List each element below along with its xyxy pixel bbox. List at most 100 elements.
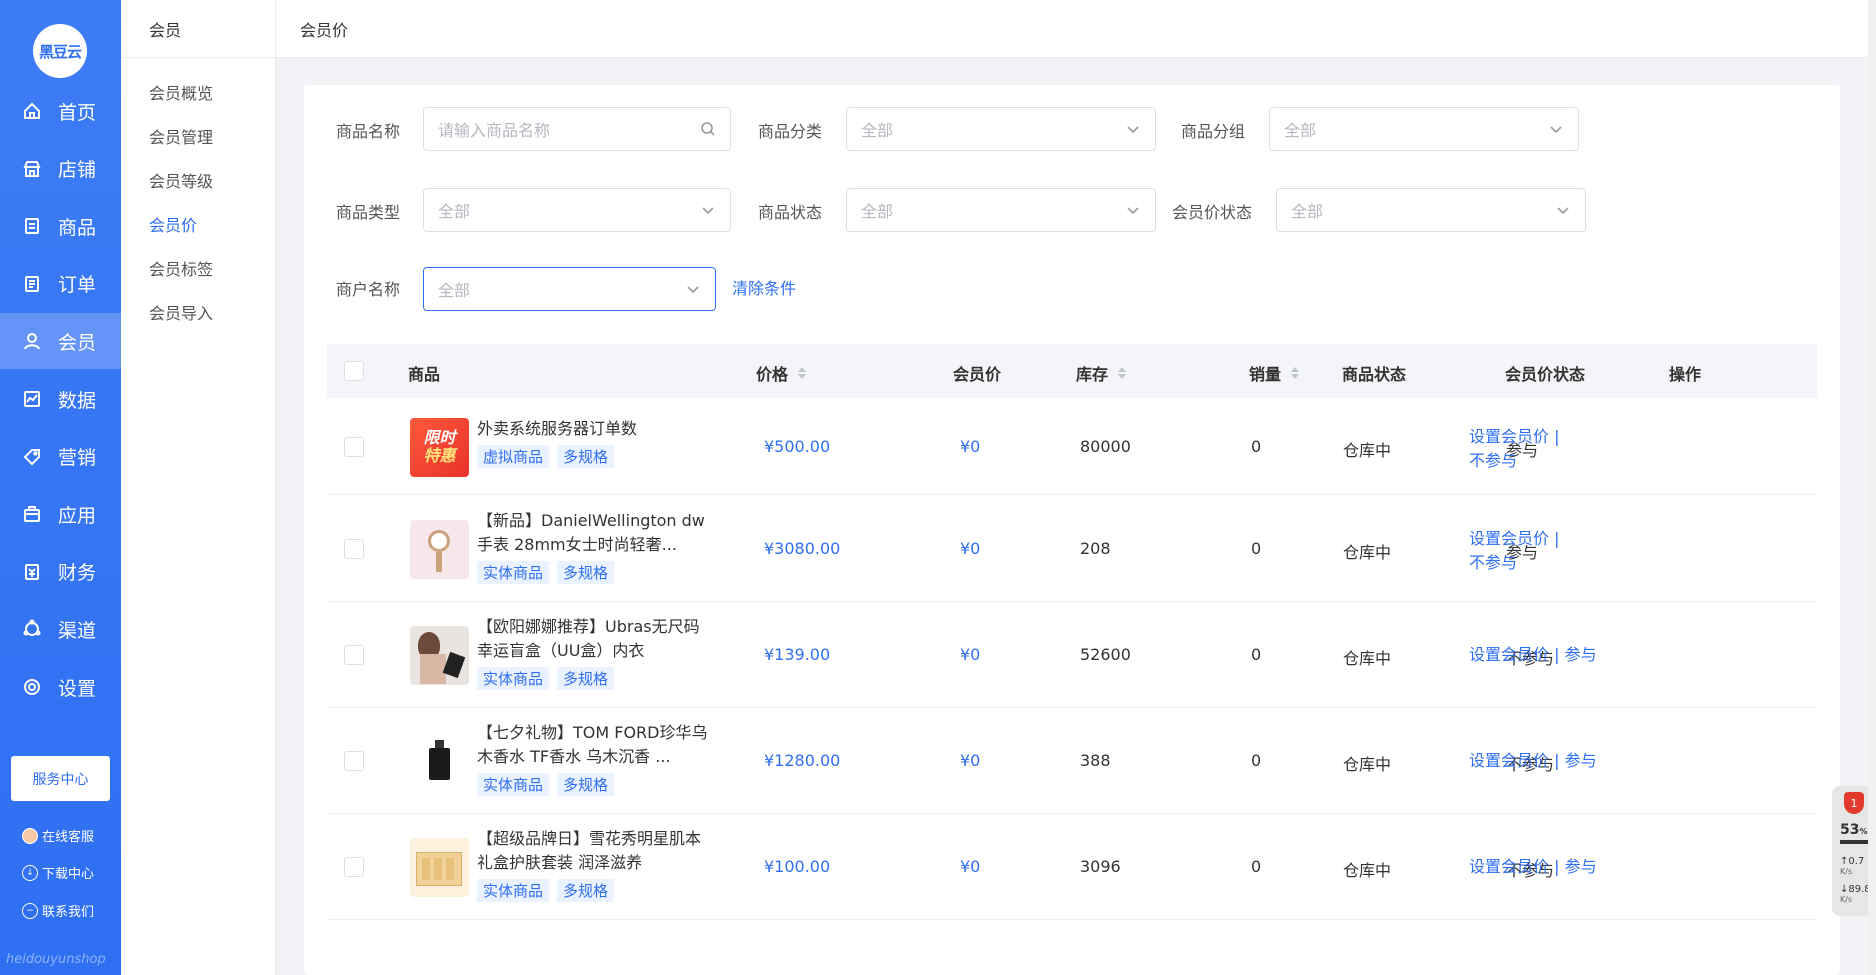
- submenu-item[interactable]: 会员价: [149, 212, 197, 236]
- spec-tag: 多规格: [557, 560, 615, 584]
- product-tags: 实体商品 多规格: [477, 667, 615, 690]
- row-checkbox[interactable]: [344, 751, 364, 771]
- toggle-participation-link[interactable]: 不参与: [1469, 553, 1517, 572]
- tag-icon: [22, 447, 42, 467]
- product-thumbnail[interactable]: [410, 838, 469, 897]
- download-center-label: 下载中心: [42, 867, 95, 882]
- submenu-item[interactable]: 会员管理: [149, 124, 213, 148]
- sidebar-item-label: 首页: [58, 101, 97, 124]
- online-service-label: 在线客服: [42, 830, 95, 845]
- product-name[interactable]: 【新品】DanielWellington dw手表 28mm女士时尚轻奢...: [477, 509, 709, 557]
- row-actions: 设置会员价 | 参与: [1469, 749, 1597, 773]
- online-service-link[interactable]: 在线客服: [22, 826, 94, 845]
- member-price-status-label: 会员价状态: [1172, 203, 1253, 222]
- submenu-item[interactable]: 会员概览: [149, 80, 213, 104]
- avatar-icon: [22, 827, 38, 844]
- merchant-label: 商户名称: [336, 280, 401, 299]
- product-name[interactable]: 外卖系统服务器订单数: [477, 417, 709, 441]
- contact-us-link[interactable]: − 联系我们: [22, 901, 94, 920]
- product-thumbnail[interactable]: [410, 519, 469, 579]
- toggle-participation-link[interactable]: 不参与: [1469, 451, 1517, 470]
- cpu-percent: 53%: [1840, 822, 1868, 838]
- brand-logo[interactable]: 黑豆云: [33, 24, 87, 78]
- member-price-status-select[interactable]: 全部: [1276, 188, 1586, 232]
- clear-filters-link[interactable]: 清除条件: [732, 275, 796, 299]
- sidebar-item-order[interactable]: 订单: [0, 256, 121, 312]
- set-member-price-link[interactable]: 设置会员价 |: [1469, 529, 1559, 548]
- sidebar-item-member[interactable]: 会员: [0, 313, 121, 370]
- merchant-select[interactable]: 全部: [423, 267, 716, 311]
- price-value: ¥1280.00: [764, 751, 841, 770]
- submenu-title: 会员: [121, 0, 275, 58]
- table-row: 【超级品牌日】雪花秀明星肌本礼盒护肤套装 润泽滋养 实体商品 多规格 ¥100.00 ¥…: [327, 814, 1817, 920]
- row-checkbox[interactable]: [344, 645, 364, 665]
- sidebar-item-store[interactable]: 店铺: [0, 141, 121, 197]
- submenu-item[interactable]: 会员等级: [149, 168, 213, 192]
- table-header: 商品 价格 会员价 库存 销量 商品状态 会员价状态 操作: [327, 344, 1817, 398]
- download-icon: ↓: [22, 864, 38, 881]
- product-thumbnail[interactable]: 限时 特惠: [410, 417, 469, 477]
- sidebar-item-gear[interactable]: 设置: [0, 659, 121, 715]
- finance-icon: [22, 562, 42, 582]
- col-sales[interactable]: 销量: [1249, 361, 1300, 385]
- product-type-tag: 虚拟商品: [477, 444, 550, 468]
- product-type-tag: 实体商品: [477, 560, 550, 584]
- product-name[interactable]: 【七夕礼物】TOM FORD珍华乌木香水 TF香水 乌木沉香 ...: [477, 721, 709, 769]
- member-price-value: ¥0: [960, 436, 981, 456]
- sidebar-item-tag[interactable]: 营销: [0, 429, 121, 485]
- row-actions: 设置会员价 | 不参与: [1469, 425, 1559, 473]
- app-icon: [22, 504, 42, 524]
- category-select[interactable]: 全部: [846, 107, 1156, 151]
- sidebar-item-data[interactable]: 数据: [0, 371, 121, 427]
- merchant-value: 全部: [438, 281, 471, 300]
- perfume-image: [410, 732, 469, 791]
- table-row: 限时 特惠 外卖系统服务器订单数 虚拟商品 多规格 ¥500.00 ¥0 80000 0 仓库中参…: [327, 398, 1817, 495]
- stock-value: 388: [1080, 751, 1111, 770]
- sidebar-item-channel[interactable]: 渠道: [0, 601, 121, 657]
- set-member-price-link[interactable]: 设置会员价 | 参与: [1469, 645, 1597, 664]
- col-actions: 操作: [1669, 365, 1702, 384]
- col-price[interactable]: 价格: [756, 361, 807, 385]
- product-status-value: 仓库中: [1343, 861, 1392, 880]
- sidebar-item-home[interactable]: 首页: [0, 83, 121, 139]
- row-actions: 设置会员价 | 不参与: [1469, 527, 1559, 575]
- sidebar-item-finance[interactable]: 财务: [0, 544, 121, 600]
- logo-text: 黑豆云: [38, 42, 82, 61]
- download-center-link[interactable]: ↓ 下载中心: [22, 863, 94, 882]
- sales-value: 0: [1251, 751, 1262, 770]
- sidebar-item-product[interactable]: 商品: [0, 198, 121, 254]
- product-name[interactable]: 【欧阳娜娜推荐】Ubras无尺码幸运盲盒（UU盒）内衣: [477, 615, 709, 663]
- product-thumbnail[interactable]: [410, 732, 469, 791]
- contact-us-label: 联系我们: [42, 905, 95, 920]
- group-select[interactable]: 全部: [1269, 107, 1579, 151]
- product-name-search-input[interactable]: 请输入商品名称: [423, 107, 731, 151]
- chevron-down-icon: [685, 281, 701, 297]
- table-row: 【新品】DanielWellington dw手表 28mm女士时尚轻奢... 实…: [327, 495, 1817, 602]
- set-member-price-link[interactable]: 设置会员价 | 参与: [1469, 857, 1597, 876]
- col-stock[interactable]: 库存: [1076, 361, 1127, 385]
- product-thumbnail[interactable]: [410, 626, 469, 685]
- stock-value: 52600: [1080, 645, 1131, 664]
- upload-speed: ↑0.7 K/s: [1840, 856, 1865, 876]
- select-all-checkbox[interactable]: [344, 361, 364, 381]
- home-icon: [22, 101, 42, 121]
- sidebar-item-app[interactable]: 应用: [0, 486, 121, 542]
- submenu-item[interactable]: 会员标签: [149, 256, 213, 280]
- stock-value: 3096: [1080, 857, 1121, 876]
- product-name[interactable]: 【超级品牌日】雪花秀明星肌本礼盒护肤套装 润泽滋养: [477, 827, 709, 875]
- row-checkbox[interactable]: [344, 538, 364, 559]
- row-checkbox[interactable]: [344, 436, 364, 457]
- set-member-price-link[interactable]: 设置会员价 | 参与: [1469, 751, 1597, 770]
- service-center-button[interactable]: 服务中心: [11, 756, 110, 801]
- row-checkbox[interactable]: [344, 857, 364, 877]
- page-scrollbar[interactable]: [1868, 0, 1876, 975]
- type-select[interactable]: 全部: [423, 188, 731, 232]
- status-value: 全部: [861, 202, 894, 221]
- sales-value: 0: [1251, 645, 1262, 664]
- row-actions: 设置会员价 | 参与: [1469, 643, 1597, 667]
- set-member-price-link[interactable]: 设置会员价 |: [1469, 427, 1559, 446]
- status-select[interactable]: 全部: [846, 188, 1156, 232]
- submenu-item[interactable]: 会员导入: [149, 300, 213, 324]
- col-member-price: 会员价: [953, 365, 1002, 384]
- sidebar-item-label: 设置: [58, 677, 97, 700]
